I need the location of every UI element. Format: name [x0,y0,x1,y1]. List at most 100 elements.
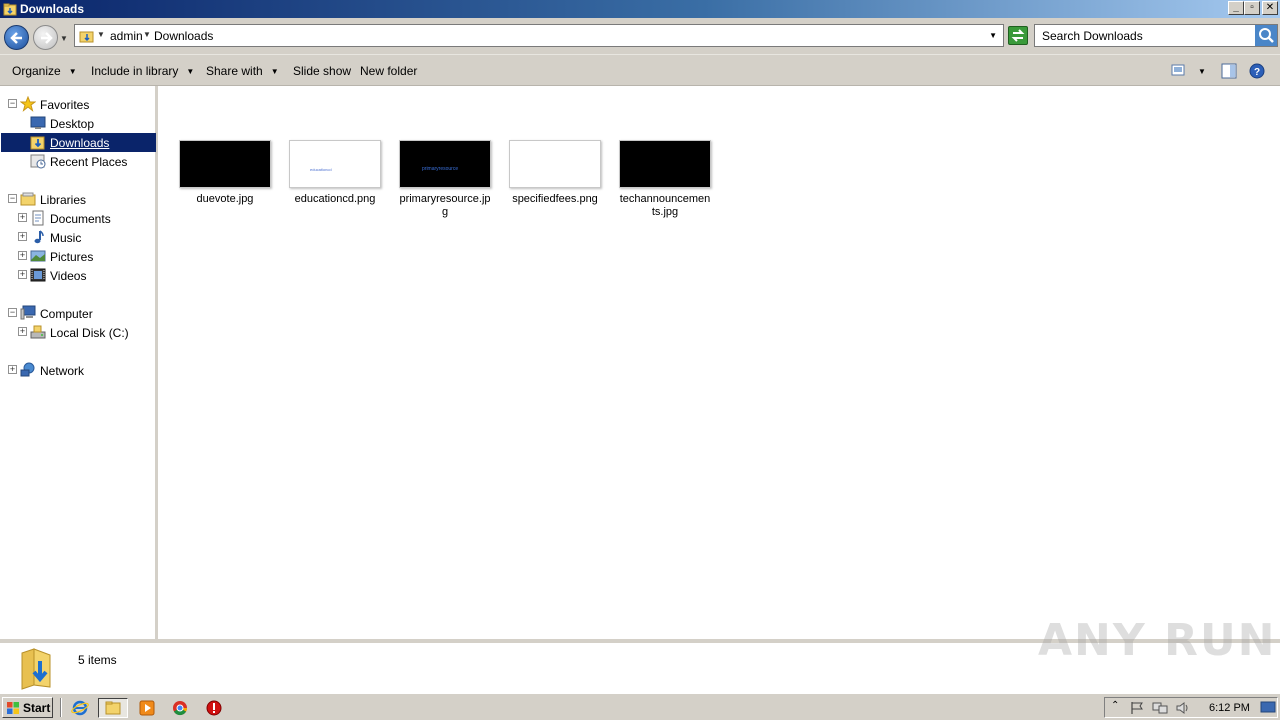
details-pane: 5 items ANY RUN [0,615,1280,693]
network-status-icon[interactable] [1152,701,1168,715]
address-bar: ▼ ▼ admin ▼ Downloads ▼ [0,18,1280,54]
clock[interactable]: 6:12 PM [1209,702,1250,714]
expand-toggle[interactable]: + [18,327,27,336]
file-thumbnail [509,140,601,188]
back-button[interactable] [4,25,29,50]
nav-label: Recent Places [50,155,128,169]
sidebar-item-documents[interactable]: + Documents [0,209,155,228]
nav-label: Computer [40,307,93,321]
start-button[interactable]: Start [2,697,53,718]
flag-icon[interactable] [1129,701,1145,715]
stop-icon [206,700,222,716]
slide-show-button[interactable]: Slide show [293,64,351,78]
libraries-icon [20,192,36,206]
expand-toggle[interactable]: + [18,232,27,241]
folder-icon [105,701,121,715]
file-name: educationcd.png [294,193,376,205]
maximize-button[interactable]: ▫ [1244,1,1260,15]
search-input[interactable] [1035,25,1253,46]
chevron-down-icon[interactable]: ▼ [97,30,105,39]
chevron-down-icon[interactable]: ▼ [143,30,151,39]
forward-button[interactable] [33,25,58,50]
sidebar-item-desktop[interactable]: Desktop [0,114,155,133]
show-hidden-icons-icon[interactable]: ⌃ [1111,700,1119,711]
folder-icon [3,3,17,16]
share-with-button[interactable]: Share with ▼ [206,64,279,78]
view-options-dropdown[interactable]: ▼ [1198,67,1206,76]
expand-toggle[interactable]: + [8,365,17,374]
file-thumbnail [179,140,271,188]
thumbnail-text: primaryresource [422,166,459,172]
organize-button[interactable]: Organize ▼ [12,64,77,78]
collapse-toggle[interactable]: − [8,194,17,203]
refresh-button[interactable] [1008,26,1028,45]
computer-icon [20,305,36,320]
sidebar-item-music[interactable]: + Music [0,228,155,247]
window-title: Downloads [20,2,85,16]
file-thumbnail: educationcd [289,140,381,188]
preview-pane-icon[interactable] [1221,63,1237,79]
sidebar-item-downloads[interactable]: Downloads [1,133,156,152]
breadcrumb-downloads[interactable]: Downloads [154,29,213,43]
collapse-toggle[interactable]: − [8,99,17,108]
taskbar: Start ⌃ 6:12 PM [0,693,1280,720]
desktop-icon [30,116,46,129]
expand-toggle[interactable]: + [18,270,27,279]
internet-explorer-taskbar-button[interactable] [69,698,91,718]
file-item[interactable]: educationcd educationcd.png [289,140,381,206]
videos-icon [30,268,46,282]
sidebar-item-recent-places[interactable]: Recent Places [0,152,155,171]
file-name: specifiedfees.png [512,193,598,205]
network-icon [20,362,35,377]
pictures-icon [30,250,46,262]
close-button[interactable]: ✕ [1262,1,1278,15]
file-list[interactable]: duevote.jpg educationcd educationcd.png … [161,86,1280,639]
file-item[interactable]: duevote.jpg [179,140,271,206]
search-icon [1259,28,1274,43]
sidebar-item-local-disk[interactable]: + Local Disk (C:) [0,323,155,342]
organize-label: Organize [12,64,61,78]
new-folder-button[interactable]: New folder [360,64,417,78]
refresh-icon [1011,29,1025,42]
search-field[interactable] [1034,24,1278,47]
sidebar-item-videos[interactable]: + Videos [0,266,155,285]
system-tray: ⌃ 6:12 PM [1104,697,1278,718]
file-item[interactable]: primaryresource primaryresource.jpg [399,140,491,219]
stop-app-taskbar-button[interactable] [203,698,225,718]
minimize-button[interactable]: _ [1228,1,1244,15]
nav-network[interactable]: + Network [0,361,155,380]
volume-icon[interactable] [1175,701,1191,715]
title-bar[interactable]: Downloads _ ▫ ✕ [0,0,1280,18]
chrome-taskbar-button[interactable] [169,698,191,718]
collapse-toggle[interactable]: − [8,308,17,317]
navigation-pane[interactable]: − Favorites Desktop Downloads Recent Pla… [0,86,158,639]
expand-toggle[interactable]: + [18,251,27,260]
nav-favorites[interactable]: − Favorites [0,95,155,114]
start-label: Start [23,701,51,715]
file-name: duevote.jpg [196,193,254,205]
share-with-label: Share with [206,64,263,78]
nav-label: Downloads [50,136,110,150]
nav-label: Music [50,231,82,245]
svg-text:?: ? [1254,67,1260,78]
address-history-dropdown[interactable]: ▼ [989,31,997,40]
downloads-folder-icon [30,136,45,150]
recent-pages-dropdown[interactable]: ▼ [60,34,68,43]
breadcrumb-admin[interactable]: admin [110,29,143,43]
change-view-icon[interactable] [1171,63,1185,77]
file-name: techannouncements.jpg [619,193,711,218]
expand-toggle[interactable]: + [18,213,27,222]
nav-computer[interactable]: − Computer [0,304,155,323]
help-icon[interactable]: ? [1249,63,1265,79]
search-button[interactable] [1255,25,1277,46]
media-player-taskbar-button[interactable] [136,698,158,718]
explorer-taskbar-button[interactable] [98,698,128,718]
nav-libraries[interactable]: − Libraries [0,190,155,209]
show-desktop-icon[interactable] [1260,700,1276,714]
nav-label: Libraries [40,193,87,207]
include-in-library-button[interactable]: Include in library ▼ [91,64,194,78]
file-item[interactable]: techannouncements.jpg [619,140,711,219]
sidebar-item-pictures[interactable]: + Pictures [0,247,155,266]
address-field[interactable]: ▼ admin ▼ Downloads ▼ [74,24,1004,47]
file-item[interactable]: specifiedfees.png [509,140,601,206]
